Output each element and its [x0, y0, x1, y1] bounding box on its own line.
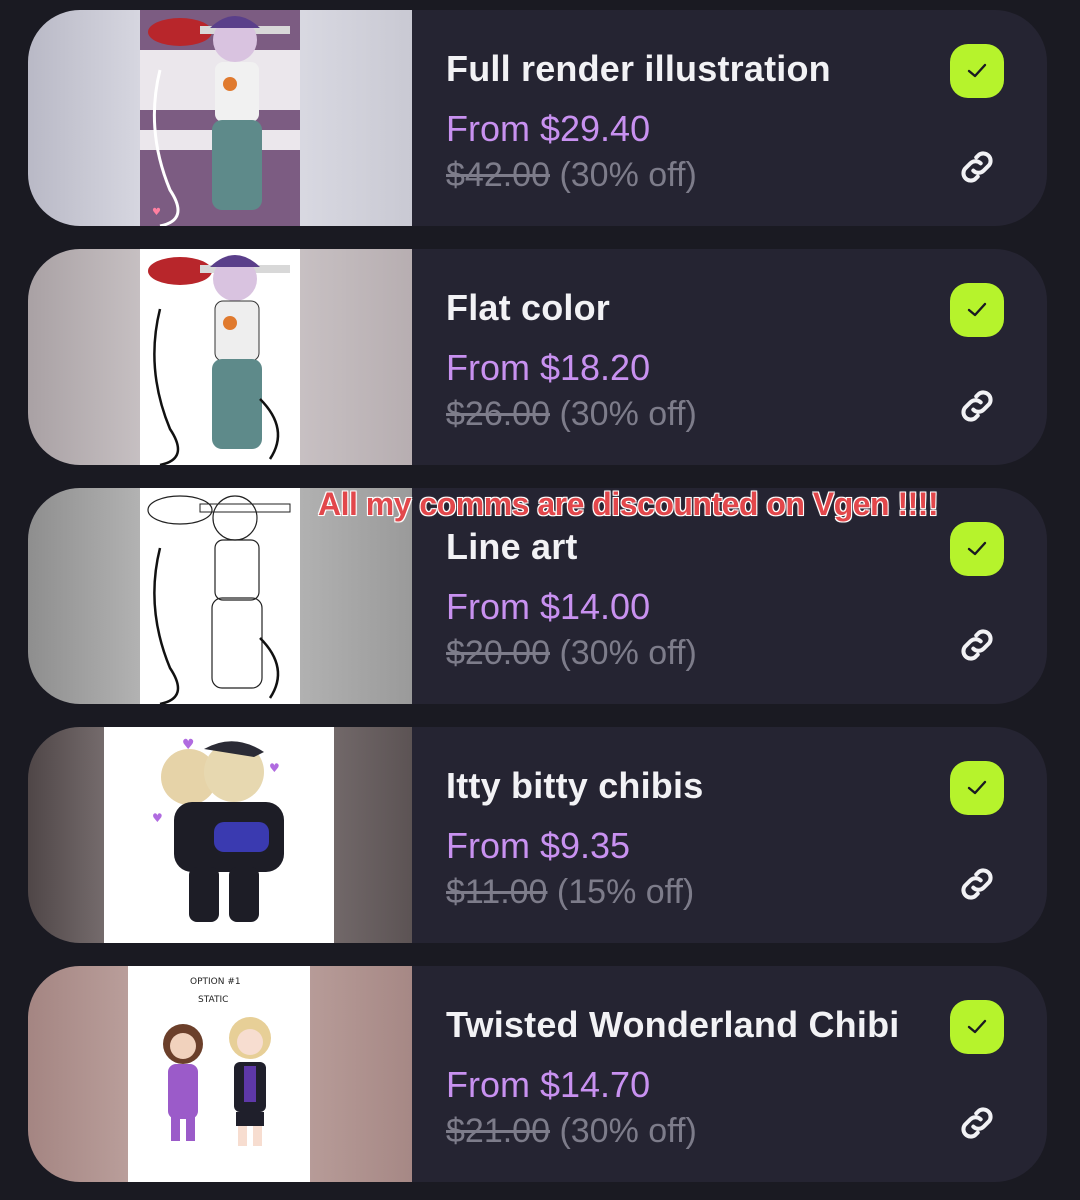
thumbnail-caption-static: STATIC: [198, 995, 228, 1005]
svg-text:♥: ♥: [152, 207, 161, 218]
artwork-image: [140, 249, 300, 465]
original-price: $20.00: [446, 634, 550, 672]
thumbnail-flat-color[interactable]: [28, 249, 412, 465]
sale-price: From $29.40: [446, 108, 651, 149]
link-icon[interactable]: [954, 622, 1000, 668]
check-icon[interactable]: [950, 761, 1004, 815]
card-info: Flat color From $18.20 $26.00 (30% off): [446, 249, 1047, 465]
commission-title: Twisted Wonderland Chibi: [446, 1004, 900, 1045]
original-price-line: $20.00 (30% off): [446, 634, 697, 673]
commission-card-twisted-wonderland[interactable]: OPTION #1 STATIC Twisted Wonderland Chib…: [28, 966, 1047, 1182]
check-icon[interactable]: [950, 44, 1004, 98]
check-icon[interactable]: [950, 522, 1004, 576]
artwork-image: [140, 488, 300, 704]
commission-title: Flat color: [446, 287, 611, 328]
link-icon[interactable]: [954, 383, 1000, 429]
original-price: $11.00: [446, 873, 548, 911]
original-price-line: $21.00 (30% off): [446, 1112, 697, 1151]
link-icon[interactable]: [954, 1100, 1000, 1146]
card-info: Full render illustration From $29.40 $42…: [446, 10, 1047, 226]
original-price-line: $11.00 (15% off): [446, 873, 694, 912]
artwork-image: ♥ ♥ ♥: [104, 727, 334, 943]
card-info: Twisted Wonderland Chibi From $14.70 $21…: [446, 966, 1047, 1182]
thumbnail-twisted-wonderland[interactable]: OPTION #1 STATIC: [28, 966, 412, 1182]
artwork-image: OPTION #1 STATIC: [128, 966, 310, 1182]
original-price-line: $26.00 (30% off): [446, 395, 697, 434]
thumbnail-full-render[interactable]: ♥: [28, 10, 412, 226]
commission-card-flat-color[interactable]: Flat color From $18.20 $26.00 (30% off): [28, 249, 1047, 465]
svg-text:♥: ♥: [152, 811, 163, 825]
commission-card-full-render[interactable]: ♥ Full render illustration From $29.40 $…: [28, 10, 1047, 226]
discount-label: (15% off): [556, 873, 695, 911]
thumbnail-chibis[interactable]: ♥ ♥ ♥: [28, 727, 412, 943]
sale-price: From $9.35: [446, 825, 631, 866]
artwork-image: ♥: [140, 10, 300, 226]
link-icon[interactable]: [954, 144, 1000, 190]
sale-price: From $18.20: [446, 347, 651, 388]
commission-card-chibis[interactable]: ♥ ♥ ♥ Itty bitty chibis From $9.35 $11.0…: [28, 727, 1047, 943]
discount-label: (30% off): [559, 156, 697, 194]
card-info: Itty bitty chibis From $9.35 $11.00 (15%…: [446, 727, 1047, 943]
original-price-line: $42.00 (30% off): [446, 156, 697, 195]
link-icon[interactable]: [954, 861, 1000, 907]
original-price: $26.00: [446, 395, 550, 433]
thumbnail-caption-option: OPTION #1: [190, 977, 241, 987]
sale-price: From $14.00: [446, 586, 651, 627]
sale-price: From $14.70: [446, 1064, 651, 1105]
original-price: $21.00: [446, 1112, 550, 1150]
original-price: $42.00: [446, 156, 550, 194]
commission-list: ♥ Full render illustration From $29.40 $…: [0, 0, 1080, 1200]
check-icon[interactable]: [950, 1000, 1004, 1054]
commission-title: Itty bitty chibis: [446, 765, 704, 806]
discount-label: (30% off): [559, 1112, 697, 1150]
overlay-caption: All my comms are discounted on Vgen !!!!: [318, 486, 939, 522]
check-icon[interactable]: [950, 283, 1004, 337]
discount-label: (30% off): [559, 634, 697, 672]
commission-title: Full render illustration: [446, 48, 831, 89]
discount-label: (30% off): [559, 395, 697, 433]
svg-text:♥: ♥: [182, 737, 195, 753]
svg-text:♥: ♥: [269, 761, 280, 775]
commission-title: Line art: [446, 526, 578, 567]
